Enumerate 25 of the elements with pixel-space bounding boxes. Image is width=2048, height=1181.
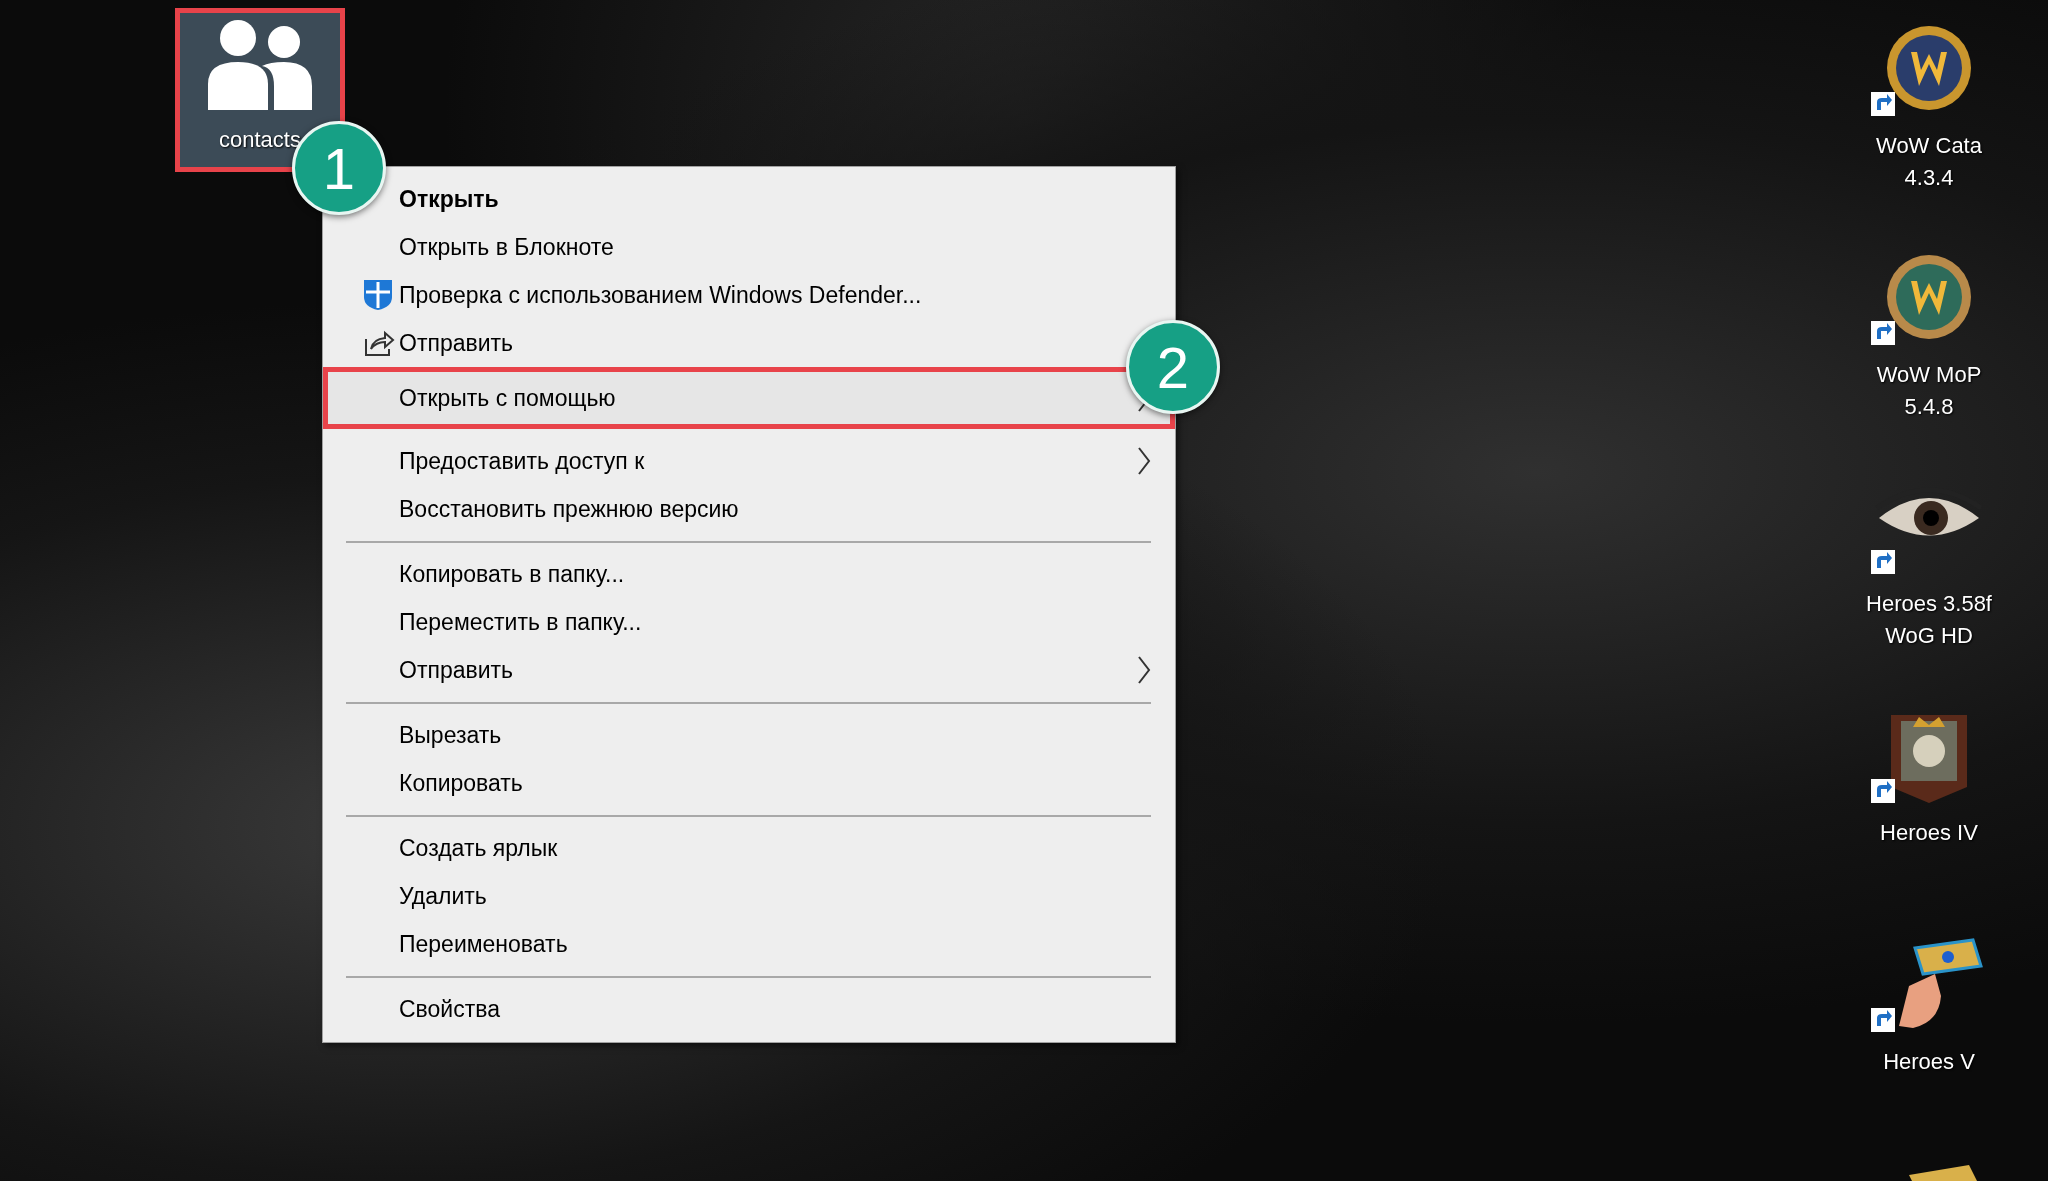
- shortcut-label: WoW MoP: [1876, 361, 1982, 389]
- menu-item[interactable]: Копировать в папку...: [399, 560, 625, 587]
- menu-item[interactable]: Восстановить прежнюю версию: [399, 495, 739, 522]
- menu-item[interactable]: Проверка с использованием Windows Defender...: [399, 281, 922, 308]
- shortcut-label: 4.3.4: [1904, 164, 1954, 192]
- shortcut-label: WoW Cata: [1876, 132, 1982, 160]
- shield-icon: [363, 279, 393, 311]
- menu-item[interactable]: Свойства: [399, 995, 500, 1022]
- shortcut-label: Heroes V: [1883, 1048, 1975, 1076]
- menu-item[interactable]: Копировать: [399, 769, 523, 796]
- shortcut-label: Heroes 3.58f: [1866, 590, 1992, 618]
- menu-item[interactable]: Переименовать: [399, 930, 568, 957]
- shortcut-label: Heroes IV: [1880, 819, 1978, 847]
- menu-item[interactable]: Создать ярлык: [399, 834, 558, 861]
- menu-item[interactable]: Отправить: [399, 656, 514, 683]
- menu-item[interactable]: Открыть в Блокноте: [399, 233, 614, 260]
- menu-item[interactable]: Открыть: [399, 185, 499, 212]
- menu-item[interactable]: Удалить: [399, 882, 487, 909]
- share-icon: [363, 329, 395, 357]
- menu-item[interactable]: Отправить: [399, 329, 514, 356]
- shortcut-label: 5.4.8: [1904, 393, 1954, 421]
- menu-item[interactable]: Переместить в папку...: [399, 608, 642, 635]
- shortcut-label: WoG HD: [1885, 622, 1973, 650]
- menu-item[interactable]: Вырезать: [399, 721, 502, 748]
- menu-item[interactable]: Предоставить доступ к: [399, 447, 645, 474]
